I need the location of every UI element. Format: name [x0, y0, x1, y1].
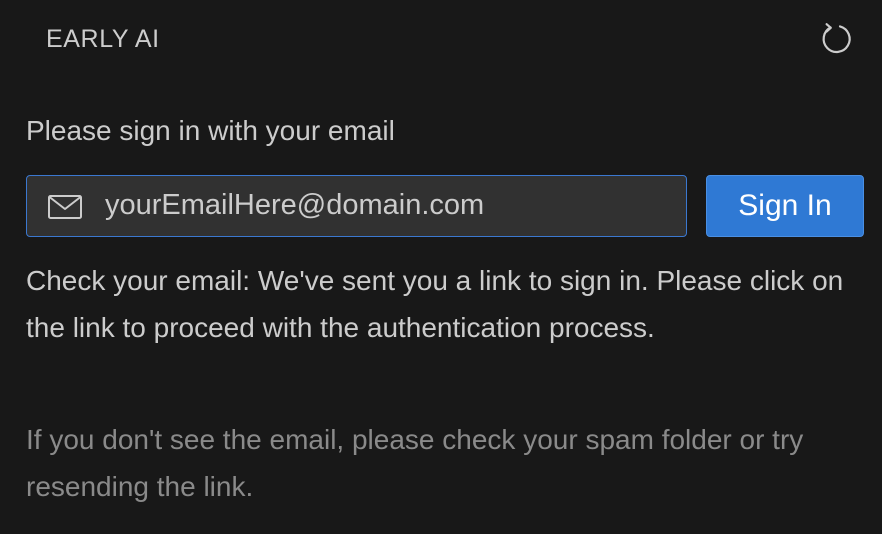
panel-title: EARLY AI — [46, 25, 160, 53]
spam-folder-hint: If you don't see the email, please check… — [26, 424, 804, 502]
panel-header: EARLY AI — [0, 0, 882, 80]
email-input[interactable] — [105, 176, 675, 235]
refresh-icon[interactable] — [818, 20, 856, 58]
signin-prompt: Please sign in with your email — [26, 115, 395, 146]
email-field[interactable] — [26, 175, 687, 237]
check-email-message: Check your email: We've sent you a link … — [26, 265, 844, 343]
sign-in-button[interactable]: Sign In — [706, 175, 864, 237]
mail-icon — [47, 193, 83, 221]
early-ai-panel: EARLY AI Please sign in with your email … — [0, 0, 882, 534]
